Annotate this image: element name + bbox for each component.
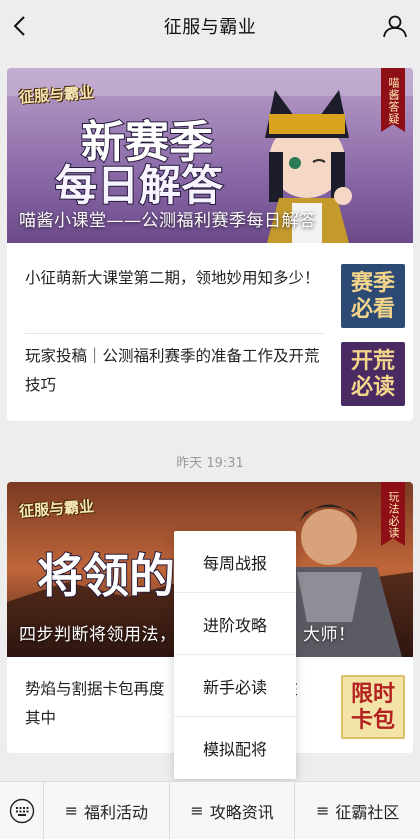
submenu-item-advanced-guide[interactable]: 进阶攻略 — [174, 593, 296, 655]
menu-list-icon: ≡ — [190, 801, 204, 820]
corner-ribbon-badge: 喵酱答疑 — [381, 68, 405, 132]
menu-button-label: 攻略资讯 — [209, 802, 274, 822]
menu-list-icon: ≡ — [315, 801, 330, 820]
cover-caption-tail: 大师！ — [303, 625, 356, 645]
cover-headline: 将领的 — [36, 548, 176, 604]
list-item[interactable]: 玩家投稿｜公测福利赛季的准备工作及开荒技巧 开荒必读 — [25, 342, 405, 406]
list-item-thumbnail: 赛季必看 — [341, 264, 405, 328]
menu-list-icon: ≡ — [64, 801, 79, 820]
list-item-title: 玩家投稿｜公测福利赛季的准备工作及开荒技巧 — [25, 347, 320, 394]
keyboard-icon[interactable] — [0, 781, 44, 839]
submenu-popup: 每周战报 进阶攻略 新手必读 模拟配将 — [174, 531, 296, 779]
list-item-thumbnail: 限时卡包 — [341, 675, 405, 739]
user-profile-icon[interactable] — [380, 11, 410, 41]
divider — [25, 333, 325, 334]
submenu-item-weekly-report[interactable]: 每周战报 — [174, 531, 296, 593]
submenu-item-beginner-guide[interactable]: 新手必读 — [174, 655, 296, 717]
list-item[interactable]: 小征萌新大课堂第二期，领地妙用知多少！ 赛季必看 — [25, 264, 405, 328]
cover-caption: 喵酱小课堂——公测福利赛季每日解答 — [19, 211, 317, 231]
list-item-thumbnail: 开荒必读 — [341, 342, 405, 406]
menu-button-guides[interactable]: ≡ 攻略资讯 — [170, 781, 296, 839]
bottom-menu-bar: ≡ 福利活动 ≡ 攻略资讯 ≡ 征霸社区 — [0, 781, 420, 839]
corner-ribbon-badge: 玩法必读 — [381, 482, 405, 546]
submenu-item-mock-lineup[interactable]: 模拟配将 — [174, 717, 296, 779]
top-navigation-bar: 征服与霸业 — [0, 0, 420, 52]
menu-button-label: 征霸社区 — [335, 802, 400, 822]
list-item-title-part: 其中 — [25, 709, 57, 727]
list-item-title: 小征萌新大课堂第二期，领地妙用知多少！ — [25, 269, 320, 287]
menu-button-community[interactable]: ≡ 征霸社区 — [295, 782, 420, 839]
back-arrow-icon[interactable] — [6, 12, 34, 40]
message-timestamp: 昨天 19:31 — [176, 456, 244, 471]
menu-button-welfare[interactable]: ≡ 福利活动 — [44, 781, 170, 839]
list-item-title-part: 势焰与割据卡包再度 — [25, 680, 165, 698]
menu-button-label: 福利活动 — [84, 802, 149, 822]
cover-headline-line2: 每日解答 — [54, 160, 224, 211]
page-title: 征服与霸业 — [163, 17, 257, 38]
cover-caption: 四步判断将领用法， — [19, 625, 177, 645]
cover-article[interactable]: 征服与霸业 新赛季 每日解答 喵酱答疑 喵酱小课堂——公测福利赛季每日解答 — [7, 68, 413, 243]
article-card: 征服与霸业 新赛季 每日解答 喵酱答疑 喵酱小课堂——公测福利赛季每日解答 小征… — [7, 68, 413, 421]
